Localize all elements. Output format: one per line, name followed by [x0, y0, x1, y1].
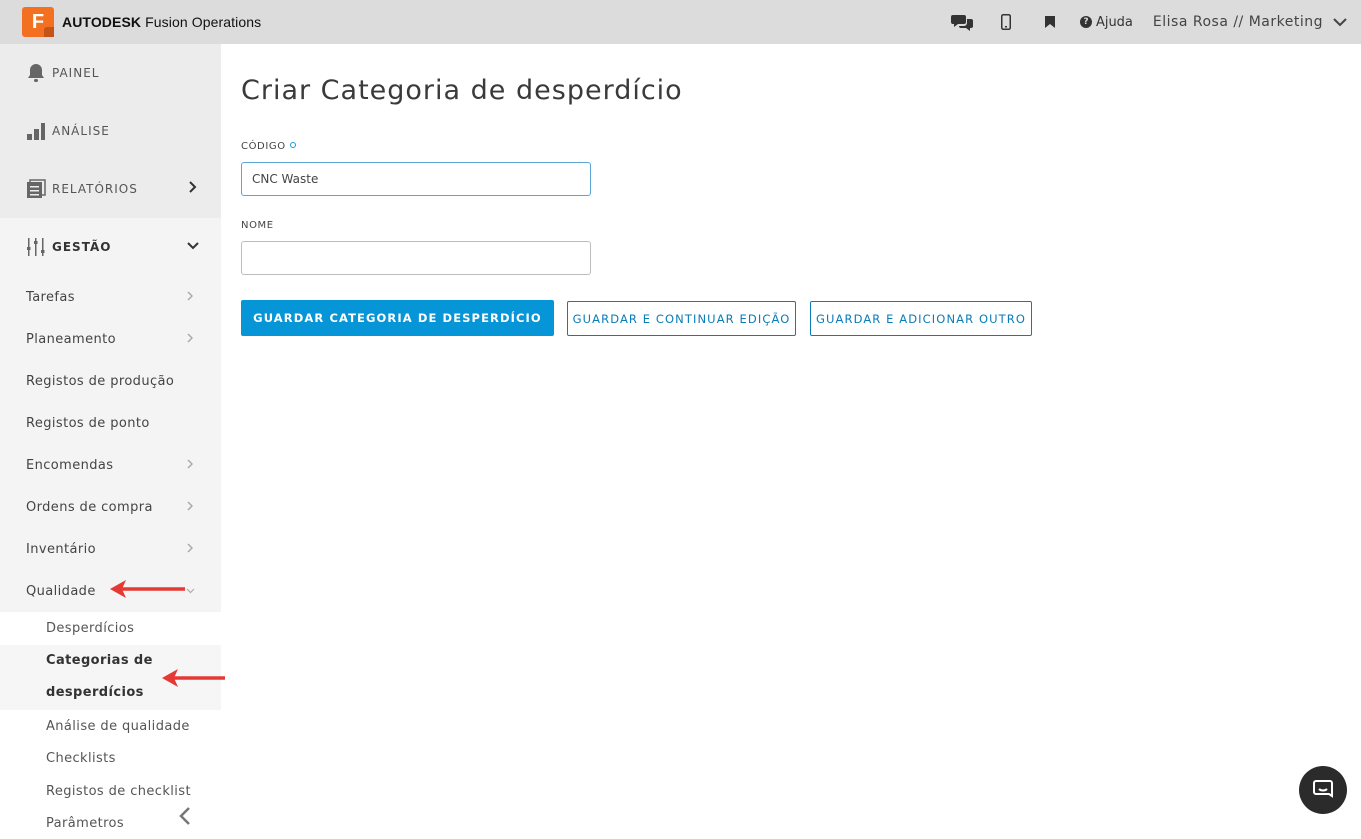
sidebar-item-checklists[interactable]: Checklists	[0, 742, 221, 775]
chevron-right-icon	[189, 181, 197, 193]
sidebar: PAINEL ANÁLISE RELATÓRIOS GESTÃO Tarefas	[0, 44, 221, 839]
sidebar-item-inventario[interactable]: Inventário	[0, 528, 221, 570]
sliders-icon	[25, 236, 47, 258]
sidebar-item-analise[interactable]: ANÁLISE	[0, 102, 221, 160]
required-indicator-icon	[289, 142, 296, 148]
sidebar-item-planeamento[interactable]: Planeamento	[0, 318, 221, 360]
save-category-button[interactable]: GUARDAR CATEGORIA DE DESPERDÍCIO	[241, 300, 554, 336]
chevron-right-icon	[187, 543, 193, 553]
fusion-logo-icon: F	[22, 7, 54, 37]
sidebar-item-registos-checklist[interactable]: Registos de checklist	[0, 775, 221, 807]
reports-icon	[25, 178, 47, 200]
help-icon: ?	[1079, 16, 1092, 28]
annotation-arrow-qualidade-icon	[110, 580, 185, 598]
sidebar-item-encomendas[interactable]: Encomendas	[0, 444, 221, 486]
sidebar-item-label: PAINEL	[52, 66, 100, 80]
sidebar-item-gestao[interactable]: GESTÃO	[0, 218, 221, 276]
brand[interactable]: F AUTODESK Fusion Operations	[22, 7, 261, 37]
chevron-right-icon	[187, 333, 193, 343]
sidebar-item-registos-ponto[interactable]: Registos de ponto	[0, 402, 221, 444]
sidebar-item-desperdicios[interactable]: Desperdícios	[0, 612, 221, 645]
annotation-arrow-categorias-icon	[162, 669, 225, 687]
sidebar-item-relatorios[interactable]: RELATÓRIOS	[0, 160, 221, 218]
bell-icon	[25, 62, 47, 84]
bookmark-icon[interactable]	[1028, 0, 1072, 44]
sidebar-item-tarefas[interactable]: Tarefas	[0, 276, 221, 318]
chevron-right-icon	[187, 501, 193, 511]
name-label: NOME	[241, 220, 274, 231]
bar-chart-icon	[25, 120, 47, 142]
user-menu[interactable]: Elisa Rosa // Marketing	[1153, 14, 1347, 30]
chevron-down-icon	[187, 242, 199, 250]
brand-name: AUTODESK Fusion Operations	[62, 14, 262, 30]
sidebar-item-label: GESTÃO	[52, 240, 112, 254]
chevron-right-icon	[187, 291, 193, 301]
support-chat-button[interactable]	[1299, 766, 1347, 814]
help-link[interactable]: ? Ajuda	[1079, 14, 1133, 30]
save-add-another-button[interactable]: GUARDAR E ADICIONAR OUTRO	[810, 301, 1032, 336]
top-bar: F AUTODESK Fusion Operations ? Ajuda Eli…	[0, 0, 1361, 44]
help-label: Ajuda	[1095, 14, 1133, 30]
sidebar-item-analise-qualidade[interactable]: Análise de qualidade	[0, 710, 221, 742]
code-field[interactable]	[241, 162, 591, 196]
collapse-sidebar-icon[interactable]	[178, 806, 192, 826]
sidebar-item-ordens-compra[interactable]: Ordens de compra	[0, 486, 221, 528]
chat-icon[interactable]	[940, 0, 984, 44]
sidebar-item-label: ANÁLISE	[52, 124, 110, 138]
sidebar-item-label: RELATÓRIOS	[52, 182, 138, 196]
code-label: CÓDIGO	[241, 141, 296, 152]
name-field[interactable]	[241, 241, 591, 275]
save-continue-button[interactable]: GUARDAR E CONTINUAR EDIÇÃO	[567, 301, 796, 336]
mobile-icon[interactable]	[984, 0, 1028, 44]
chevron-right-icon	[187, 459, 193, 469]
sidebar-item-painel[interactable]: PAINEL	[0, 44, 221, 102]
chat-bubble-icon	[1313, 780, 1333, 798]
sidebar-item-registos-producao[interactable]: Registos de produção	[0, 360, 221, 402]
chevron-down-icon	[1333, 17, 1347, 26]
user-label: Elisa Rosa // Marketing	[1152, 14, 1323, 30]
page-title: Criar Categoria de desperdício	[241, 75, 683, 106]
